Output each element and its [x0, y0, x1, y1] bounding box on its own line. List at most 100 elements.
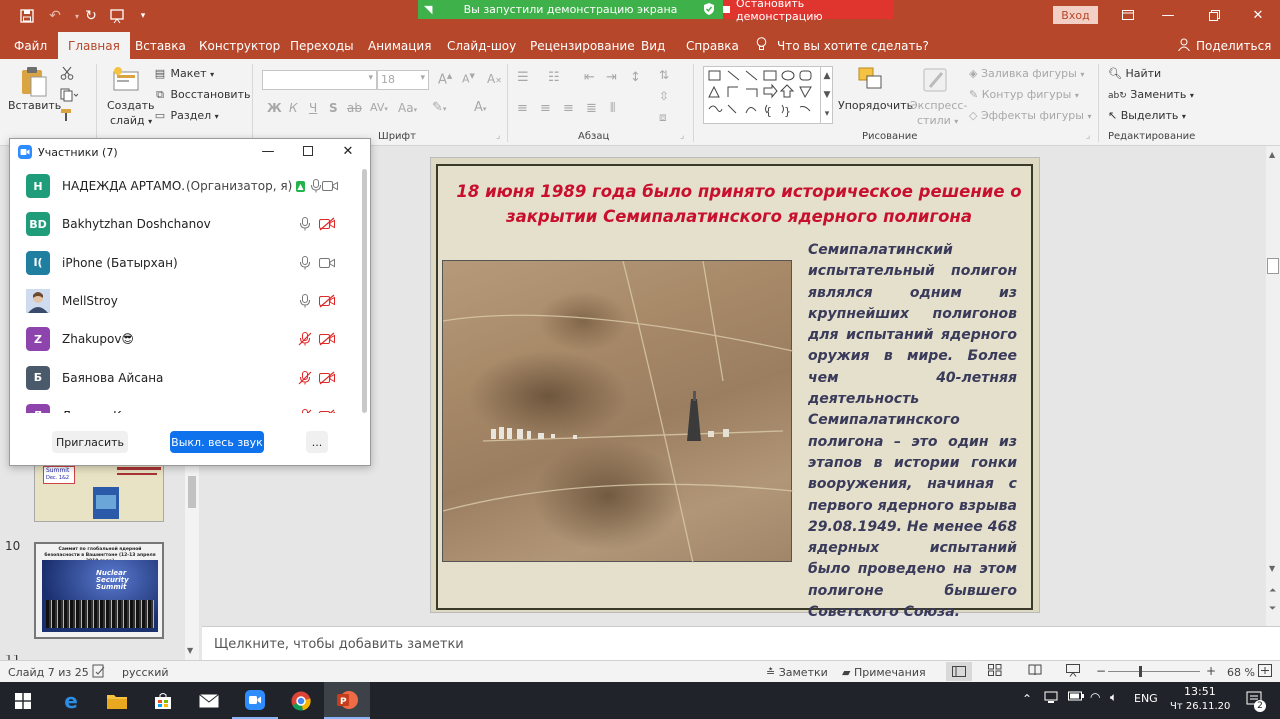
minimize-icon[interactable]: — [1150, 4, 1186, 26]
quick-styles-button-line2[interactable]: стили ▾ [917, 114, 958, 127]
stop-share-button[interactable]: Остановить демонстрацию [723, 0, 894, 23]
slide-thumbnail-10[interactable]: Саммит по глобальной ядерной безопасност… [34, 542, 164, 639]
participant-row[interactable]: Z Zhakupov😎 [10, 320, 350, 358]
tab-review[interactable]: Рецензирование [530, 32, 635, 59]
scroll-up-icon[interactable]: ▲ [1269, 150, 1275, 159]
tab-home[interactable]: Главная [58, 32, 130, 59]
customize-toolbar-icon[interactable]: ▾ [132, 6, 154, 26]
powerpoint-app-icon[interactable]: P [324, 682, 370, 719]
panel-close-icon[interactable]: ✕ [336, 141, 360, 161]
zoom-slider-track[interactable] [1108, 671, 1200, 672]
microphone-icon[interactable] [294, 254, 316, 272]
participants-window[interactable]: Участники (7) — ✕ Н НАДЕЖДА АРТАМО... (Орг… [9, 138, 371, 466]
participant-row[interactable]: Н НАДЕЖДА АРТАМО... (Организатор, я) ▲ [10, 167, 350, 205]
clear-format-icon[interactable]: A✕ [487, 72, 502, 86]
zoom-app-icon[interactable] [232, 682, 278, 719]
participant-row[interactable]: Б Баянова Айсана [10, 359, 350, 397]
reset-button[interactable]: ⧉ Восстановить [153, 88, 250, 102]
layout-button[interactable]: ▤ Макет ▾ [153, 67, 214, 80]
underline-button[interactable]: Ч [309, 101, 317, 115]
scroll-thumb[interactable] [1267, 258, 1279, 274]
tab-help[interactable]: Справка [686, 32, 739, 59]
battery-icon[interactable] [1068, 690, 1084, 705]
normal-view-icon[interactable] [946, 662, 972, 681]
zoom-in-button[interactable]: + [1206, 664, 1216, 678]
justify-icon[interactable]: ≣ [586, 101, 597, 116]
mail-icon[interactable] [186, 682, 232, 719]
slide-sorter-icon[interactable] [988, 664, 1002, 679]
camera-off-icon[interactable] [316, 369, 338, 387]
close-icon[interactable]: ✕ [1240, 4, 1276, 26]
slide-title[interactable]: 18 июня 1989 года было принято историчес… [456, 179, 1022, 229]
camera-off-icon[interactable] [316, 330, 338, 348]
participant-row[interactable]: I(iPhone (Батырхан) [10, 244, 350, 282]
quick-styles-button[interactable]: Экспресс- [910, 99, 967, 112]
participants-scrollbar[interactable] [362, 169, 368, 413]
new-slide-button-line2[interactable]: слайд ▾ [110, 114, 152, 127]
camera-icon[interactable] [316, 254, 338, 272]
thumb-scroll-down-icon[interactable]: ▼ [187, 646, 193, 655]
language-indicator[interactable]: русский [122, 666, 169, 679]
invite-button[interactable]: Пригласить [52, 431, 128, 453]
input-language[interactable]: ENG [1134, 692, 1158, 705]
camera-off-icon[interactable] [316, 407, 338, 413]
chrome-icon[interactable] [278, 682, 324, 719]
login-button[interactable]: Вход [1053, 6, 1098, 24]
volume-icon[interactable]: 🔈︎ [1110, 690, 1117, 705]
arrange-button[interactable]: Упорядочить [838, 99, 913, 112]
shape-outline-button[interactable]: ✎ Контур фигуры ▾ [969, 88, 1079, 101]
font-color-button[interactable]: A▾ [474, 100, 486, 115]
participants-scroll-thumb[interactable] [362, 169, 367, 413]
bullets-icon[interactable]: ☰ [517, 70, 529, 85]
smartart-icon[interactable]: ⧈ [659, 110, 667, 125]
comments-toggle-button[interactable]: ▰ Примечания [842, 666, 926, 679]
clock-date[interactable]: Чт 26.11.20 [1170, 701, 1230, 712]
spellcheck-icon[interactable] [92, 664, 106, 681]
slide-vertical-scrollbar[interactable]: ▲ ▼ ⏶ ⏷ [1266, 146, 1280, 626]
italic-button[interactable]: К [289, 101, 298, 115]
replace-button[interactable]: ab↻ Заменить ▾ [1108, 88, 1194, 101]
numbering-icon[interactable]: ☷ [548, 70, 560, 85]
cut-icon[interactable] [60, 66, 74, 83]
increase-font-icon[interactable]: A▲ [438, 72, 452, 87]
undo-icon[interactable]: ↶ [44, 6, 66, 26]
align-center-icon[interactable]: ≡ [540, 101, 551, 116]
panel-maximize-icon[interactable] [296, 141, 320, 161]
align-left-icon[interactable]: ≡ [517, 101, 528, 116]
thumb-scroll-thumb[interactable] [188, 476, 196, 508]
edge-browser-icon[interactable]: e [48, 682, 94, 719]
strikethrough-button[interactable]: ab [347, 101, 362, 115]
reading-view-icon[interactable] [1028, 664, 1042, 679]
decrease-font-icon[interactable]: A▼ [462, 72, 475, 86]
tab-view[interactable]: Вид [641, 32, 665, 59]
columns-icon[interactable]: ⫴ [610, 101, 615, 116]
share-button[interactable]: Поделиться [1178, 32, 1271, 59]
tab-file[interactable]: Файл [14, 32, 47, 59]
slide-thumbnail-9[interactable]: Summit Dec. 1&2 [34, 460, 164, 522]
microphone-muted-icon[interactable] [294, 407, 316, 413]
more-options-button[interactable]: ... [306, 431, 328, 453]
store-icon[interactable] [140, 682, 186, 719]
notes-placeholder[interactable]: Щелкните, чтобы добавить заметки [214, 637, 464, 652]
mute-all-button[interactable]: Выкл. весь звук [170, 431, 264, 453]
wifi-icon[interactable]: ◠ [1090, 690, 1100, 704]
zoom-level[interactable]: 68 % [1227, 666, 1255, 679]
tab-insert[interactable]: Вставка [135, 32, 186, 59]
camera-off-icon[interactable] [316, 215, 338, 233]
zoom-out-button[interactable]: − [1096, 664, 1106, 678]
camera-off-icon[interactable] [316, 292, 338, 310]
tell-me-search[interactable]: Что вы хотите сделать? [756, 32, 929, 59]
decrease-indent-icon[interactable]: ⇤ [584, 70, 595, 85]
participant-row[interactable]: BD Bakhytzhan Doshchanov [10, 205, 350, 243]
test-site-photo[interactable] [442, 260, 794, 564]
slideshow-view-icon[interactable] [1066, 664, 1080, 680]
line-spacing-icon[interactable]: ↕ [630, 70, 641, 85]
section-button[interactable]: ▭ Раздел ▾ [153, 109, 219, 122]
char-spacing-icon[interactable]: AV▾ [370, 101, 388, 114]
new-slide-button[interactable]: Создать [107, 99, 155, 112]
show-hidden-icons[interactable]: ⌃ [1022, 692, 1032, 706]
participants-list[interactable]: Н НАДЕЖДА АРТАМО... (Организатор, я) ▲ BD Bak… [10, 167, 360, 413]
microphone-muted-icon[interactable] [294, 369, 316, 387]
change-case-button[interactable]: Aa▾ [398, 101, 417, 115]
panel-minimize-icon[interactable]: — [256, 141, 280, 161]
